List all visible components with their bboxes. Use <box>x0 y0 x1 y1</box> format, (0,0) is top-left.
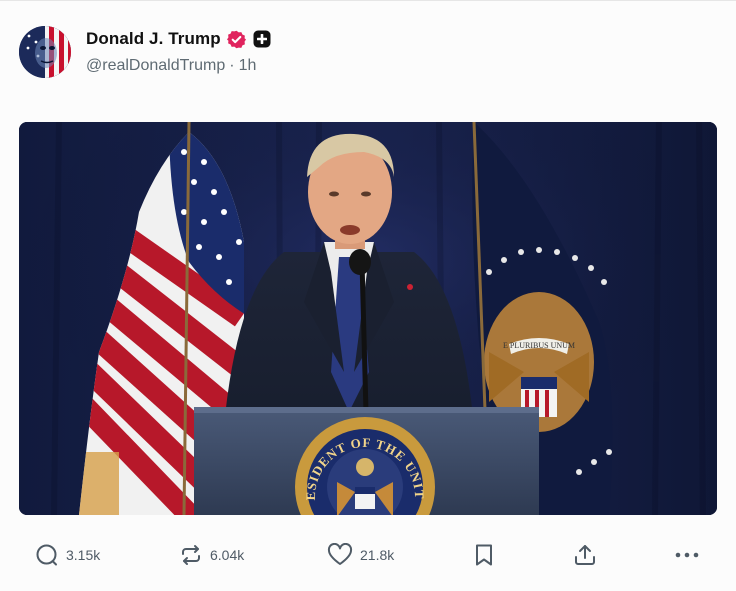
like-button[interactable]: 21.8k <box>327 540 394 570</box>
more-icon <box>674 543 700 567</box>
plus-badge-icon <box>253 30 271 48</box>
bookmark-button[interactable] <box>473 540 495 570</box>
share-icon <box>573 543 597 567</box>
bookmark-icon <box>473 543 495 567</box>
verified-badge-icon <box>226 30 246 49</box>
share-button[interactable] <box>573 540 597 570</box>
avatar[interactable] <box>19 26 71 78</box>
post-header: Donald J. Trump @realDonaldTrump · 1h <box>19 25 271 79</box>
heart-icon <box>327 543 353 567</box>
like-count: 21.8k <box>360 547 395 563</box>
repost-icon <box>179 543 203 567</box>
separator-dot: · <box>229 57 235 74</box>
repost-button[interactable]: 6.04k <box>179 540 244 570</box>
author-handle[interactable]: @realDonaldTrump <box>86 57 225 75</box>
more-options-button[interactable] <box>674 540 700 570</box>
post-actions: 3.15k 6.04k 21.8k <box>0 532 736 578</box>
reply-icon <box>35 543 59 567</box>
repost-count: 6.04k <box>210 547 245 563</box>
author-display-name[interactable]: Donald J. Trump <box>86 29 221 49</box>
post-timestamp[interactable]: 1h <box>239 57 257 75</box>
post-card: Donald J. Trump @realDonaldTrump · 1h E … <box>0 0 736 591</box>
reply-count: 3.15k <box>66 547 101 563</box>
flag-scroll-text: E PLURIBUS UNUM <box>503 341 575 350</box>
post-image[interactable]: E PLURIBUS UNUM ESIDENT OF THE UNIT <box>19 122 717 515</box>
author-names: Donald J. Trump @realDonaldTrump · 1h <box>86 27 271 75</box>
reply-button[interactable]: 3.15k <box>35 540 100 570</box>
